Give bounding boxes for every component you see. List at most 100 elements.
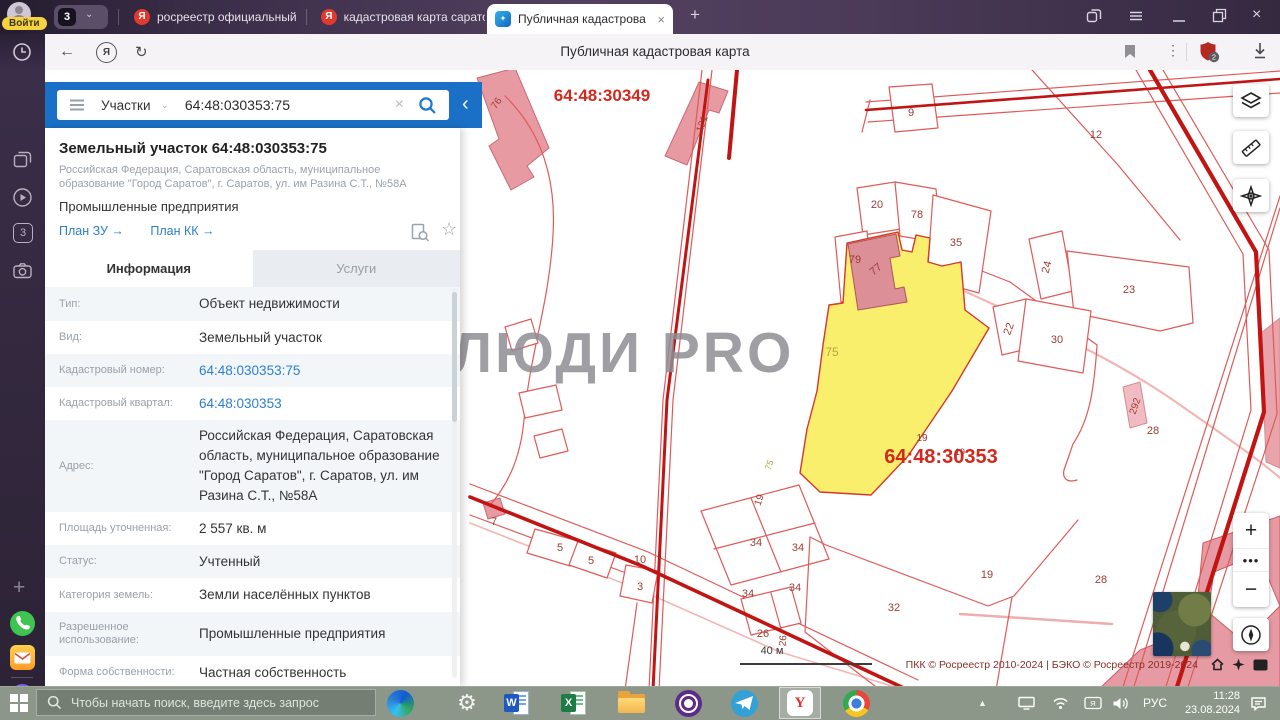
telegram-icon[interactable] xyxy=(724,686,764,720)
minimap-thumbnail[interactable] xyxy=(1153,592,1211,656)
tray-clock[interactable]: 11:28 23.08.2024 xyxy=(1178,689,1240,717)
svg-text:Я: Я xyxy=(1090,699,1095,708)
settings-gear-icon[interactable]: ⚙ xyxy=(447,686,487,720)
yandex-mail-icon[interactable] xyxy=(10,645,35,670)
tab-count-badge[interactable]: 3 xyxy=(13,223,33,243)
scrollbar-thumb[interactable] xyxy=(452,292,457,422)
zoom-out-button[interactable]: − xyxy=(1233,571,1269,607)
excel-icon[interactable]: X xyxy=(554,686,594,720)
tray-date: 23.08.2024 xyxy=(1178,703,1240,717)
panel-menu-icon[interactable] xyxy=(69,98,85,112)
layers-button[interactable] xyxy=(1233,84,1269,117)
map-label: 64:48:30353 xyxy=(884,446,997,468)
locate-button[interactable] xyxy=(1233,179,1269,212)
home-icon[interactable] xyxy=(1211,658,1224,671)
back-button[interactable]: ← xyxy=(59,43,75,61)
tray-keyboard-layout-icon[interactable]: Я xyxy=(1084,686,1102,720)
map-label: 34 xyxy=(742,588,754,600)
info-row: Кадастровый номер:64:48:030353:75 xyxy=(45,354,460,387)
compass-icon xyxy=(1239,623,1263,647)
map-label: 5 xyxy=(557,542,563,554)
panel-scrollbar[interactable] xyxy=(452,288,457,678)
tab-counter-group[interactable]: 3 ⌄ xyxy=(54,5,108,29)
new-tab-button[interactable]: + xyxy=(690,5,700,25)
refresh-icon[interactable]: ↻ xyxy=(135,43,148,61)
cadastral-quarter-link[interactable]: 64:48:030353 xyxy=(199,388,282,420)
download-icon[interactable] xyxy=(1252,42,1268,65)
tray-hardware-icon[interactable] xyxy=(1018,686,1035,720)
taskbar-search[interactable]: Чтобы начать поиск, введите здесь запрос xyxy=(36,689,376,716)
action-center-icon[interactable] xyxy=(1250,686,1267,720)
tabs-panel-icon[interactable] xyxy=(12,150,33,171)
map-label: 12 xyxy=(1090,129,1102,141)
tab-pkk-active[interactable]: ✦ Публичная кадастрова × xyxy=(487,4,673,34)
tab-cadastral-search[interactable]: Я кадастровая карта сарато xyxy=(313,0,485,34)
restore-window-icon[interactable] xyxy=(1212,8,1227,26)
tab-services[interactable]: Услуги xyxy=(253,250,461,287)
tray-wifi-icon[interactable] xyxy=(1052,686,1069,720)
whatsapp-icon[interactable] xyxy=(10,611,35,636)
map-label: 3 xyxy=(637,581,643,593)
tab-panels-icon[interactable] xyxy=(1086,8,1102,27)
close-tab-icon[interactable]: × xyxy=(657,12,665,27)
tor-browser-icon[interactable] xyxy=(668,686,708,720)
measure-button[interactable] xyxy=(1233,131,1269,164)
map-label: 78 xyxy=(911,209,923,221)
cadastral-number-link[interactable]: 64:48:030353:75 xyxy=(199,355,300,387)
parcel-usage: Промышленные предприятия xyxy=(59,199,446,214)
search-icon[interactable] xyxy=(418,96,437,115)
tab-information[interactable]: Информация xyxy=(45,250,253,287)
search-input[interactable]: 64:48:030353:75 xyxy=(185,97,395,113)
map-label: 19 xyxy=(955,447,965,457)
chevron-down-icon[interactable]: ⌄ xyxy=(161,100,169,111)
signin-badge[interactable]: Войти xyxy=(2,17,47,30)
page-title: Публичная кадастровая карта xyxy=(345,44,965,59)
avatar-head-icon xyxy=(15,6,23,14)
collapse-panel-icon[interactable]: ‹ xyxy=(462,92,469,116)
position-icon xyxy=(1239,184,1263,208)
file-explorer-icon[interactable] xyxy=(611,686,651,720)
chrome-icon[interactable] xyxy=(836,686,876,720)
tray-language[interactable]: РУС xyxy=(1143,686,1167,720)
favorite-star-icon[interactable]: ☆ xyxy=(441,219,457,240)
chevron-down-icon[interactable]: ⌄ xyxy=(85,9,93,20)
tray-volume-icon[interactable] xyxy=(1112,686,1129,720)
bookmark-icon[interactable] xyxy=(1124,44,1136,64)
word-icon[interactable]: W xyxy=(497,686,537,720)
info-row: Категория земель:Земли населённых пункто… xyxy=(45,578,460,612)
tray-expand-icon[interactable]: ▲ xyxy=(978,686,987,720)
scale-bar xyxy=(740,663,872,665)
map-label: 32 xyxy=(888,602,900,614)
compass-button[interactable] xyxy=(1233,618,1269,651)
attribution-icons xyxy=(1211,658,1268,671)
add-panel-icon[interactable]: + xyxy=(13,576,25,600)
sparkle-icon[interactable] xyxy=(1232,658,1245,671)
doc-search-icon[interactable] xyxy=(411,223,430,242)
plan-kk-link[interactable]: План КК → xyxy=(150,224,214,238)
screen-icon[interactable] xyxy=(1253,659,1268,671)
edge-icon[interactable] xyxy=(380,686,420,720)
clear-search-icon[interactable]: × xyxy=(395,96,404,114)
plan-zu-link[interactable]: План ЗУ → xyxy=(59,224,124,238)
tab-rosreestr[interactable]: Я росреестр официальный xyxy=(126,0,304,34)
zoom-more-button[interactable]: ••• xyxy=(1233,549,1269,571)
map-label: 9 xyxy=(908,107,914,119)
tab-counter[interactable]: 3 xyxy=(58,8,76,26)
yandex-button[interactable]: Я xyxy=(96,42,117,63)
address-bar: ← Я ↻ pkk.rosreestr.ru Публичная кадастр… xyxy=(0,34,1280,71)
minimize-icon[interactable] xyxy=(1172,12,1186,28)
history-clock-icon[interactable] xyxy=(12,42,32,62)
video-play-icon[interactable] xyxy=(12,187,33,208)
zoom-in-button[interactable]: + xyxy=(1233,513,1269,549)
screenshot-camera-icon[interactable] xyxy=(12,260,33,281)
parcel-info-panel: Земельный участок 64:48:030353:75 Россий… xyxy=(45,128,460,686)
protect-shield-icon[interactable]: 2 xyxy=(1198,41,1220,63)
close-window-icon[interactable]: × xyxy=(1252,6,1261,24)
menu-icon[interactable] xyxy=(1128,8,1144,27)
yandex-browser-icon[interactable]: Y xyxy=(779,687,821,719)
more-options-icon[interactable]: ⋮ xyxy=(1166,42,1180,59)
start-button[interactable] xyxy=(10,694,28,712)
map-label: 19 xyxy=(981,569,993,581)
search-category-select[interactable]: Участки xyxy=(101,98,151,113)
watermark: ЛЮДИ PRO xyxy=(452,320,794,386)
